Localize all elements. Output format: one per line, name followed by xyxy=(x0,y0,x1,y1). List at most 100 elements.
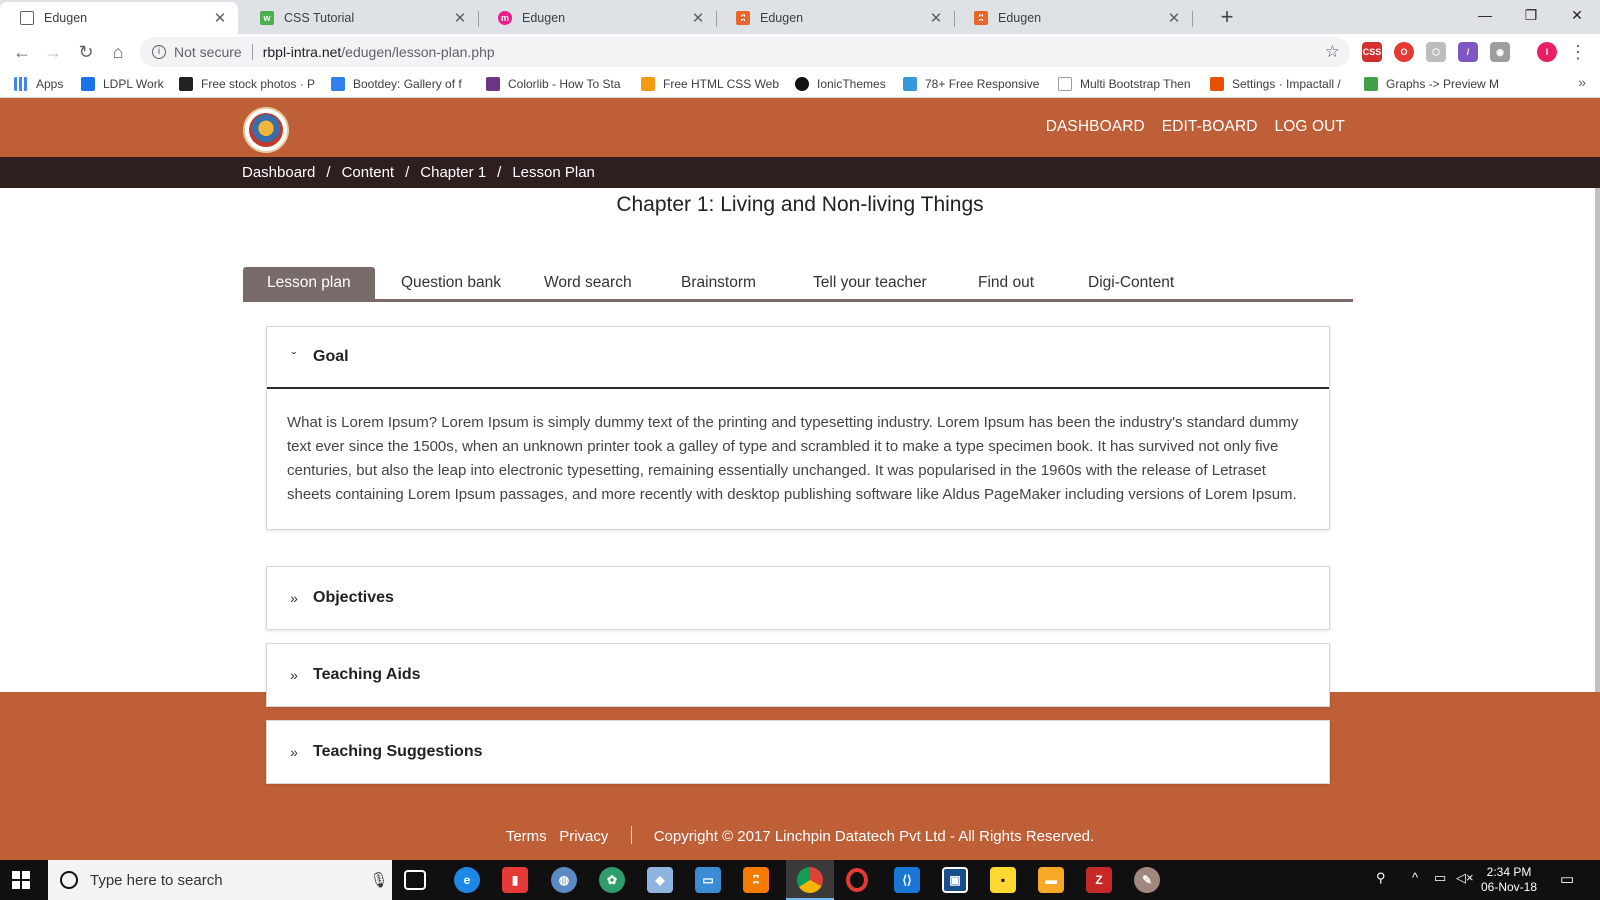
maximize-button[interactable]: ❐ xyxy=(1508,0,1554,30)
close-icon[interactable]: ✕ xyxy=(690,9,706,27)
browser-tab-1[interactable]: Edugen ✕ xyxy=(0,2,238,34)
close-icon[interactable]: ✕ xyxy=(212,9,228,27)
breadcrumb-chapter[interactable]: Chapter 1 xyxy=(420,164,486,181)
app-red-icon[interactable]: ▮ xyxy=(502,867,528,893)
footer-copyright: Copyright © 2017 Linchpin Datatech Pvt L… xyxy=(653,828,1095,845)
vscode-icon[interactable]: ⟨⟩ xyxy=(894,867,920,893)
close-icon[interactable]: ✕ xyxy=(1166,9,1182,27)
reload-icon[interactable]: ↻ xyxy=(74,40,98,64)
tab-question-bank[interactable]: Question bank xyxy=(375,267,520,299)
bookmark-item[interactable]: Free stock photos · P xyxy=(179,75,315,93)
edugen-logo[interactable] xyxy=(243,107,289,153)
microphone-icon[interactable]: 🎙 xyxy=(366,871,392,889)
paint-icon[interactable]: ✎ xyxy=(1134,867,1160,893)
bookmark-item[interactable]: LDPL Work xyxy=(81,75,164,93)
bookmark-item[interactable]: Apps xyxy=(14,75,63,93)
browser-tab-4[interactable]: ʭ Edugen ✕ xyxy=(716,2,955,34)
back-arrow-icon[interactable]: ← xyxy=(10,40,34,64)
app-blue-icon[interactable]: ▭ xyxy=(695,867,721,893)
accordion-goal: ˇ Goal What is Lorem Ipsum? Lorem Ipsum … xyxy=(266,326,1330,530)
sticky-notes-icon[interactable]: ▪ xyxy=(990,867,1016,893)
bookmark-item[interactable]: Bootdey: Gallery of f xyxy=(331,75,462,93)
accordion-title: Teaching Aids xyxy=(313,666,421,683)
windows-start-icon[interactable] xyxy=(12,871,30,889)
home-icon[interactable]: ⌂ xyxy=(106,40,130,64)
address-bar[interactable]: i Not secure rbpl-intra.net /edugen/less… xyxy=(140,37,1350,67)
tab-lesson-plan[interactable]: Lesson plan xyxy=(243,267,375,299)
taskbar-search-box[interactable]: Type here to search 🎙 xyxy=(48,860,392,900)
camera-extension-icon[interactable]: ◉ xyxy=(1490,42,1510,62)
close-icon[interactable]: ✕ xyxy=(452,9,468,27)
breadcrumb-content[interactable]: Content xyxy=(342,164,395,181)
colorlib-icon xyxy=(486,77,500,91)
bookmark-item[interactable]: 78+ Free Responsive xyxy=(903,75,1039,93)
close-icon[interactable]: ✕ xyxy=(928,9,944,27)
nav-edit-board[interactable]: EDIT-BOARD xyxy=(1162,118,1258,136)
nav-log-out[interactable]: LOG OUT xyxy=(1275,118,1345,136)
url-path: /edugen/lesson-plan.php xyxy=(341,44,495,60)
accordion-header-goal[interactable]: ˇ Goal xyxy=(267,327,1329,389)
network-icon[interactable]: ▭ xyxy=(1434,870,1446,886)
browser-tab-5[interactable]: ʭ Edugen ✕ xyxy=(954,2,1193,34)
task-view-icon[interactable] xyxy=(404,870,426,890)
xampp-icon[interactable]: ʭ xyxy=(743,867,769,893)
tab-brainstorm[interactable]: Brainstorm xyxy=(662,267,791,299)
accordion-objectives: » Objectives xyxy=(266,566,1330,630)
footer-terms-link[interactable]: Terms xyxy=(506,828,547,845)
opera-icon[interactable] xyxy=(846,868,868,892)
bootdey-icon xyxy=(331,77,345,91)
bookmark-item[interactable]: Graphs -> Preview M xyxy=(1364,75,1499,93)
accordion-header-teaching-suggestions[interactable]: » Teaching Suggestions xyxy=(267,721,1329,783)
tab-tell-your-teacher[interactable]: Tell your teacher xyxy=(791,267,958,299)
edugen-orange-icon: ʭ xyxy=(736,11,750,25)
bookmark-item[interactable]: Multi Bootstrap Then xyxy=(1058,75,1191,93)
cube-extension-icon[interactable]: ⬡ xyxy=(1426,42,1446,62)
chevron-up-icon[interactable]: ^ xyxy=(1412,870,1418,885)
browser-tab-3[interactable]: m Edugen ✕ xyxy=(478,2,717,34)
tab-digi-content[interactable]: Digi-Content xyxy=(1067,267,1207,299)
nav-dashboard[interactable]: DASHBOARD xyxy=(1046,118,1145,136)
bookmark-label: IonicThemes xyxy=(817,77,886,91)
app-globe-icon[interactable]: ◍ xyxy=(551,867,577,893)
bookmark-item[interactable]: Free HTML CSS Webs xyxy=(641,75,779,93)
minimize-button[interactable]: — xyxy=(1462,0,1508,30)
app-green-icon[interactable]: ✿ xyxy=(599,867,625,893)
tab-word-search[interactable]: Word search xyxy=(520,267,662,299)
chrome-icon[interactable] xyxy=(797,867,823,893)
footer-privacy-link[interactable]: Privacy xyxy=(559,828,608,845)
page-icon xyxy=(20,11,34,25)
app-cube-icon[interactable]: ◆ xyxy=(647,867,673,893)
edge-icon[interactable]: e xyxy=(454,867,480,893)
breadcrumb-dashboard[interactable]: Dashboard xyxy=(242,164,315,181)
people-icon[interactable]: ⚲ xyxy=(1376,870,1386,886)
graphs-icon xyxy=(1364,77,1378,91)
bookmarks-overflow-icon[interactable]: » xyxy=(1578,74,1586,90)
new-tab-button[interactable]: + xyxy=(1214,4,1240,30)
bookmark-item[interactable]: Settings · Impactall / xyxy=(1210,75,1341,93)
taskbar-clock[interactable]: 2:34 PM 06-Nov-18 xyxy=(1478,865,1540,895)
accordion-header-teaching-aids[interactable]: » Teaching Aids xyxy=(267,644,1329,706)
window-close-button[interactable]: ✕ xyxy=(1554,0,1600,30)
css-extension-icon[interactable]: CSS xyxy=(1362,42,1382,62)
tab-find-out[interactable]: Find out xyxy=(958,267,1067,299)
app-window-icon[interactable]: ▣ xyxy=(942,867,968,893)
browser-tab-2[interactable]: w CSS Tutorial ✕ xyxy=(240,2,479,34)
site-footer: Terms Privacy Copyright © 2017 Linchpin … xyxy=(0,826,1600,845)
profile-avatar[interactable]: I xyxy=(1537,42,1557,62)
file-explorer-icon[interactable]: ▬ xyxy=(1038,867,1064,893)
filezilla-icon[interactable]: Z xyxy=(1086,867,1112,893)
pen-extension-icon[interactable]: / xyxy=(1458,42,1478,62)
notifications-icon[interactable]: ▭ xyxy=(1560,870,1574,888)
bookmark-item[interactable]: IonicThemes xyxy=(795,75,886,93)
bookmark-star-icon[interactable]: ☆ xyxy=(1325,42,1340,62)
info-icon[interactable]: i xyxy=(152,45,166,59)
bookmark-item[interactable]: Colorlib - How To Sta xyxy=(486,75,621,93)
apps-grid-icon xyxy=(14,77,28,91)
volume-muted-icon[interactable]: ◁× xyxy=(1456,870,1474,886)
breadcrumb-separator: / xyxy=(497,164,502,181)
accordion-header-objectives[interactable]: » Objectives xyxy=(267,567,1329,629)
menu-dots-icon[interactable]: ⋮ xyxy=(1566,40,1590,64)
bookmark-label: Colorlib - How To Sta xyxy=(508,77,621,91)
opera-extension-icon[interactable]: O xyxy=(1394,42,1414,62)
forward-arrow-icon[interactable]: → xyxy=(41,40,65,64)
